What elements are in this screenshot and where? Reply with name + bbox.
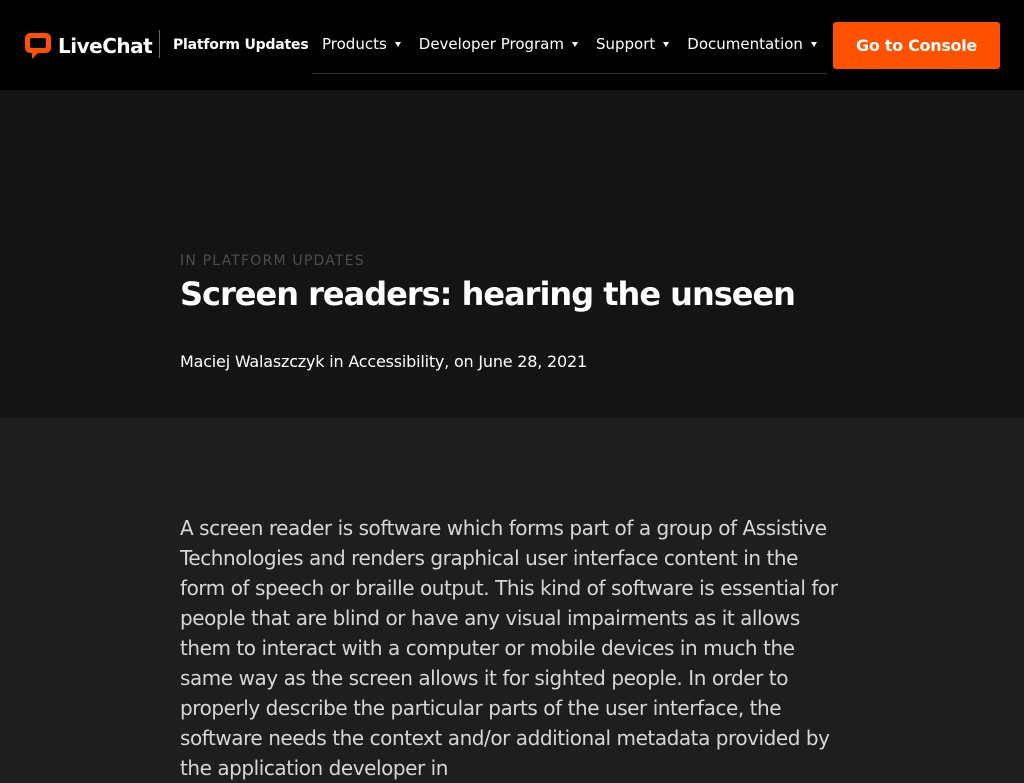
nav-item-developer-program[interactable]: Developer Program	[419, 22, 578, 66]
brand-name: LiveChat	[58, 34, 153, 58]
nav-item-products[interactable]: Products	[322, 22, 401, 66]
post-date: June 28, 2021	[478, 352, 587, 371]
top-navigation-bar: LiveChat Platform Updates Products Devel…	[0, 0, 1024, 90]
chat-bubble-icon	[25, 33, 51, 59]
post-category-link[interactable]: IN PLATFORM UPDATES	[180, 252, 365, 270]
caret-down-icon	[810, 41, 817, 47]
livechat-logo[interactable]: LiveChat	[24, 31, 153, 61]
nav-item-label: Documentation	[687, 35, 803, 53]
caret-down-icon	[663, 41, 670, 47]
caret-down-icon	[571, 41, 578, 47]
section-title[interactable]: Platform Updates	[173, 36, 309, 54]
post-hero: IN PLATFORM UPDATES Screen readers: hear…	[0, 90, 1024, 418]
post-title: Screen readers: hearing the unseen	[180, 275, 796, 313]
header-divider	[159, 30, 160, 58]
meta-date-prefix: , on	[444, 352, 474, 371]
article-body: A screen reader is software which forms …	[180, 516, 838, 780]
nav-item-label: Developer Program	[418, 35, 564, 53]
author-link[interactable]: Maciej Walaszczyk	[180, 352, 325, 371]
nav-item-label: Products	[322, 35, 387, 53]
meta-in-word: in	[329, 352, 344, 371]
nav-item-documentation[interactable]: Documentation	[687, 22, 817, 66]
topic-link[interactable]: Accessibility	[348, 352, 444, 371]
go-to-console-button[interactable]: Go to Console	[833, 22, 1000, 69]
post-meta: Maciej Walaszczyk in Accessibility, on J…	[180, 352, 587, 372]
main-nav: Products Developer Program Support Docum…	[312, 22, 827, 74]
caret-down-icon	[394, 41, 401, 47]
nav-item-support[interactable]: Support	[595, 22, 670, 66]
nav-item-label: Support	[595, 35, 656, 53]
